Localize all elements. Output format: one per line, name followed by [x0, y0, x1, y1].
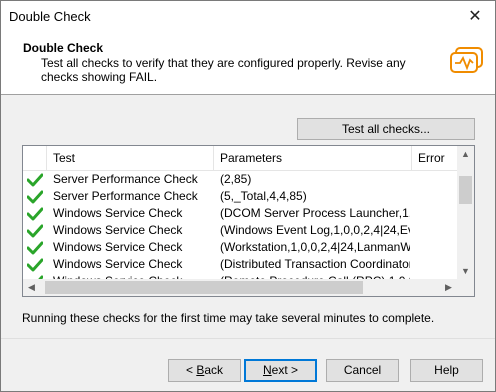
back-label: ack — [204, 363, 224, 377]
parameters-cell: (Windows Event Log,1,0,0,2,4|24,Ev... — [220, 223, 410, 237]
scrollbar-corner — [457, 279, 474, 296]
back-button[interactable]: < Back — [168, 359, 241, 382]
help-button[interactable]: Help — [410, 359, 483, 382]
test-cell: Windows Service Check — [53, 240, 183, 254]
list-header: Test Parameters Error — [23, 146, 457, 171]
table-row[interactable]: Server Performance Check (5,_Total,4,4,85… — [23, 188, 457, 205]
header-description: Test all checks to verify that they are … — [41, 56, 406, 84]
double-check-dialog: Double Check ✕ Double Check Test all che… — [0, 0, 496, 392]
wizard-header: Double Check Test all checks to verify t… — [1, 32, 495, 95]
parameters-cell: (Distributed Transaction Coordinator,... — [220, 257, 410, 271]
cancel-button[interactable]: Cancel — [326, 359, 399, 382]
vertical-scrollbar[interactable]: ▲ ▼ — [457, 146, 474, 280]
scroll-left-arrow-icon[interactable]: ◀ — [23, 279, 40, 296]
next-accel: N — [262, 363, 272, 377]
green-check-icon — [27, 190, 43, 204]
column-header-test[interactable]: Test — [47, 146, 214, 170]
table-row[interactable]: Windows Service Check (Workstation,1,0,0,… — [23, 239, 457, 256]
parameters-cell: (DCOM Server Process Launcher,1,0,... — [220, 206, 410, 220]
table-row[interactable]: Windows Service Check (DCOM Server Proces… — [23, 205, 457, 222]
window-title: Double Check — [9, 9, 91, 24]
table-row[interactable]: Server Performance Check (2,85) — [23, 171, 457, 188]
footer-divider — [1, 338, 495, 339]
first-run-note: Running these checks for the first time … — [22, 311, 435, 325]
green-check-icon — [27, 224, 43, 238]
column-header-icon[interactable] — [23, 146, 47, 170]
parameters-cell: (5,_Total,4,4,85) — [220, 189, 307, 203]
test-cell: Windows Service Check — [53, 223, 183, 237]
green-check-icon — [27, 241, 43, 255]
list-rows: Server Performance Check (2,85) Server Per… — [23, 171, 457, 281]
title-bar: Double Check ✕ — [1, 1, 495, 32]
green-check-icon — [27, 173, 43, 187]
scroll-up-arrow-icon[interactable]: ▲ — [457, 146, 474, 163]
test-cell: Windows Service Check — [53, 257, 183, 271]
header-title: Double Check — [23, 41, 104, 55]
next-button[interactable]: Next > — [244, 359, 317, 382]
table-row[interactable]: Windows Service Check (Windows Event Log,… — [23, 222, 457, 239]
test-cell: Windows Service Check — [53, 206, 183, 220]
parameters-cell: (Workstation,1,0,0,2,4|24,LanmanWo... — [220, 240, 410, 254]
test-cell: Server Performance Check — [53, 189, 198, 203]
green-check-icon — [27, 207, 43, 221]
parameters-cell: (2,85) — [220, 172, 252, 186]
horizontal-scrollbar[interactable]: ◀ ▶ — [23, 279, 457, 296]
column-header-parameters[interactable]: Parameters — [214, 146, 412, 170]
test-all-checks-button[interactable]: Test all checks... — [297, 118, 475, 140]
close-icon[interactable]: ✕ — [455, 1, 495, 32]
table-row[interactable]: Windows Service Check (Distributed Transa… — [23, 256, 457, 273]
scroll-down-arrow-icon[interactable]: ▼ — [457, 263, 474, 280]
green-check-icon — [27, 258, 43, 272]
horizontal-scroll-thumb[interactable] — [45, 281, 363, 294]
next-label: ext > — [271, 363, 299, 377]
vertical-scroll-thumb[interactable] — [459, 176, 472, 204]
scroll-right-arrow-icon[interactable]: ▶ — [440, 279, 457, 296]
monitor-pulse-icon — [450, 47, 483, 73]
test-cell: Server Performance Check — [53, 172, 198, 186]
checks-list: Test Parameters Error Server Performance… — [22, 145, 475, 297]
